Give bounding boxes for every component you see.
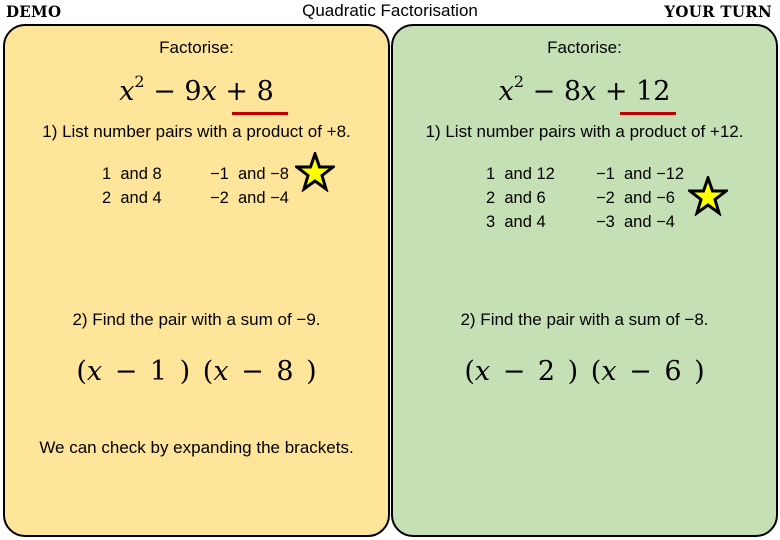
pair-item: 2 and 4 (102, 189, 162, 207)
step1-instruction: 1) List number pairs with a product of +… (425, 122, 744, 141)
constant-underline (232, 112, 288, 115)
star-icon (295, 152, 335, 192)
pair-item: −1 and −12 (596, 165, 685, 183)
negative-pairs-list: −1 and −12 −2 and −6 −3 and −4 (596, 162, 684, 234)
factorised-answer: (x − 1 ) (x − 8 ) (76, 356, 317, 387)
factorised-answer: (x − 2 ) (x − 6 ) (464, 356, 705, 387)
step1-instruction: 1) List number pairs with a product of +… (42, 122, 351, 141)
pair-item: 1 and 12 (486, 165, 555, 183)
quadratic-expression: x2 − 8x + 12 (498, 72, 671, 107)
positive-pairs-list: 1 and 12 2 and 6 3 and 4 (486, 162, 555, 234)
pair-item: 3 and 4 (486, 213, 546, 231)
step2-instruction: 2) Find the pair with a sum of −8. (460, 310, 709, 329)
factorise-heading: Factorise: (159, 38, 234, 57)
pair-item: 2 and 6 (486, 189, 546, 207)
pair-item: −2 and −4 (210, 189, 289, 207)
step2-instruction: 2) Find the pair with a sum of −9. (72, 310, 321, 329)
constant-underline (620, 112, 676, 115)
demo-panel: Factorise: x2 − 9x + 8 1) List number pa… (3, 24, 390, 537)
page-title: Quadratic Factorisation (302, 1, 478, 20)
your-turn-panel: Factorise: x2 − 8x + 12 1) List number p… (391, 24, 778, 537)
quadratic-expression: x2 − 9x + 8 (119, 72, 274, 107)
pair-item: −3 and −4 (596, 213, 675, 231)
factorise-heading: Factorise: (547, 38, 622, 57)
pair-item: 1 and 8 (102, 165, 162, 183)
negative-pairs-list: −1 and −8 −2 and −4 (210, 162, 289, 210)
pair-item: −2 and −6 (596, 189, 675, 207)
star-icon (688, 176, 728, 216)
your-turn-label: YOUR TURN (664, 2, 772, 22)
pair-item: −1 and −8 (210, 165, 289, 183)
positive-pairs-list: 1 and 8 2 and 4 (102, 162, 162, 210)
check-note: We can check by expanding the brackets. (39, 438, 354, 457)
